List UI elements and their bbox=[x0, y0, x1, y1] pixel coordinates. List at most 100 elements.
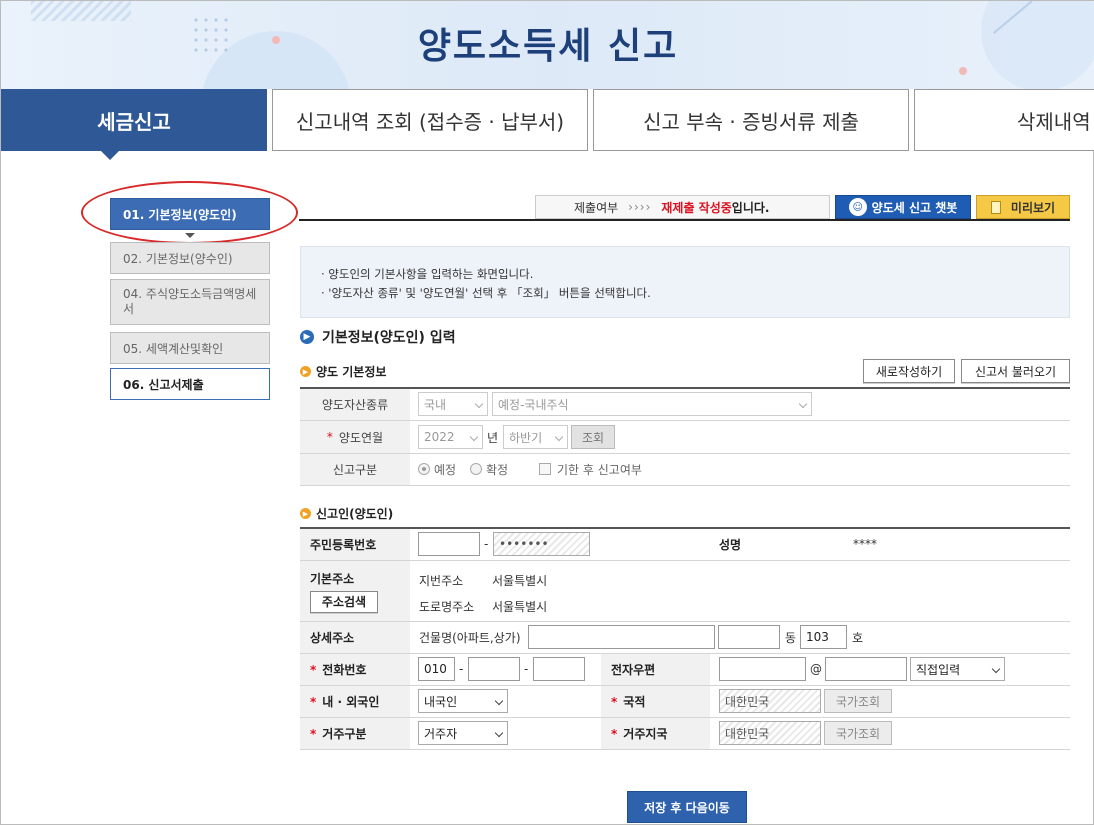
email-label: 전자우편 bbox=[601, 654, 710, 685]
row-divider bbox=[300, 420, 1070, 421]
radio-final[interactable]: 확정 bbox=[470, 457, 508, 481]
asset-domestic-select[interactable]: 국내 bbox=[418, 392, 488, 416]
sidebar-item-submit[interactable]: 06. 신고서제출 bbox=[110, 368, 270, 400]
nationality-input[interactable]: 대한민국 bbox=[719, 689, 821, 713]
lookup-button[interactable]: 조회 bbox=[571, 425, 615, 449]
radio-planned[interactable]: 예정 bbox=[418, 457, 456, 481]
rrn-back-input[interactable]: ••••••• bbox=[493, 532, 590, 556]
section-title: ▶ 기본정보(양도인) 입력 bbox=[300, 327, 456, 347]
input-value: 대한민국 bbox=[725, 726, 770, 741]
select-value: 직접입력 bbox=[916, 662, 961, 677]
required-mark: * bbox=[310, 694, 317, 709]
sidebar-item-seller-info[interactable]: 01. 기본정보(양도인) bbox=[110, 198, 270, 230]
dong-unit: 동 bbox=[785, 630, 797, 645]
status-suffix: 입니다. bbox=[731, 200, 770, 215]
lot-address-label: 지번주소 bbox=[419, 573, 464, 588]
asset-kind-select[interactable]: 예정-국내주식 bbox=[492, 392, 812, 416]
main-tabs: 세금신고 신고내역 조회 (접수증 · 납부서) 신고 부속 · 증빙서류 제출… bbox=[1, 89, 1094, 160]
new-write-button[interactable]: 새로작성하기 bbox=[863, 359, 955, 383]
residency-select[interactable]: 거주자 bbox=[418, 721, 508, 745]
dong-input[interactable] bbox=[718, 625, 780, 649]
select-value: 2022 bbox=[424, 430, 455, 444]
document-icon bbox=[990, 200, 1001, 214]
email-id-input[interactable] bbox=[719, 657, 806, 681]
building-label: 건물명(아파트,상가) bbox=[419, 630, 521, 645]
tab-attachment-submit[interactable]: 신고 부속 · 증빙서류 제출 bbox=[593, 89, 909, 151]
email-domain-select[interactable]: 직접입력 bbox=[910, 657, 1005, 681]
input-value: 103 bbox=[806, 630, 829, 644]
input-value: 010 bbox=[424, 662, 447, 676]
table-top-border bbox=[300, 387, 1070, 389]
rrn-front-input[interactable] bbox=[418, 532, 480, 556]
road-address-label: 도로명주소 bbox=[419, 599, 475, 614]
sidebar-item-label: 04. 주식양도소득금액명세서 bbox=[123, 287, 257, 316]
select-value: 하반기 bbox=[509, 430, 543, 445]
tab-label: 세금신고 bbox=[97, 109, 171, 134]
tab-deleted-history[interactable]: 삭제내역 bbox=[914, 89, 1094, 151]
label-text: 성명 bbox=[719, 537, 742, 552]
checkbox-label: 기한 후 신고여부 bbox=[557, 462, 642, 477]
phone-label: * 전화번호 bbox=[300, 654, 410, 685]
sidebar-item-buyer-info[interactable]: 02. 기본정보(양수인) bbox=[110, 242, 270, 274]
status-value: 재제출 작성중 bbox=[661, 200, 732, 215]
residence-country-input[interactable]: 대한민국 bbox=[719, 721, 821, 745]
preview-button[interactable]: 미리보기 bbox=[976, 195, 1070, 219]
bullet-icon: ▶ bbox=[300, 366, 311, 377]
label-text: 전화번호 bbox=[322, 663, 367, 677]
phone-2-input[interactable] bbox=[468, 657, 520, 681]
sidebar-item-tax-calc[interactable]: 05. 세액계산및확인 bbox=[110, 332, 270, 364]
nationality-type-label: * 내 · 외국인 bbox=[300, 686, 410, 717]
chevron-down-icon bbox=[798, 399, 808, 409]
label-text: 전자우편 bbox=[611, 663, 656, 677]
label-text: 거주지국 bbox=[623, 727, 668, 741]
tab-tax-report[interactable]: 세금신고 bbox=[1, 89, 267, 160]
input-value: 대한민국 bbox=[725, 694, 770, 709]
name-label: 성명 bbox=[710, 532, 830, 556]
required-mark: * bbox=[611, 726, 618, 741]
lot-address-value: 서울특별시 bbox=[492, 573, 548, 588]
label-text: 양도자산종류 bbox=[321, 398, 389, 412]
late-report-checkbox[interactable]: 기한 후 신고여부 bbox=[539, 457, 642, 481]
label-text: 국적 bbox=[623, 695, 646, 709]
residence-country-label: * 거주지국 bbox=[601, 718, 710, 749]
button-label: 저장 후 다음이동 bbox=[644, 800, 730, 815]
asset-type-label: 양도자산종류 bbox=[300, 389, 410, 420]
phone-dash: - bbox=[459, 662, 464, 676]
phone-1-input[interactable]: 010 bbox=[418, 657, 455, 681]
active-tab-arrow bbox=[100, 150, 120, 160]
country-lookup-button[interactable]: 국가조회 bbox=[824, 721, 892, 745]
save-next-button[interactable]: 저장 후 다음이동 bbox=[627, 791, 747, 823]
preview-label: 미리보기 bbox=[1010, 200, 1056, 215]
ho-input[interactable]: 103 bbox=[800, 625, 847, 649]
sidebar-item-label: 05. 세액계산및확인 bbox=[123, 341, 224, 356]
nationality-type-select[interactable]: 내국인 bbox=[418, 689, 508, 713]
row-divider bbox=[300, 560, 1070, 561]
checkbox-icon bbox=[539, 463, 551, 475]
phone-3-input[interactable] bbox=[533, 657, 585, 681]
address-search-button[interactable]: 주소검색 bbox=[310, 590, 378, 613]
label-text: 상세주소 bbox=[310, 631, 355, 645]
year-select[interactable]: 2022 bbox=[418, 425, 483, 449]
building-name-input[interactable] bbox=[528, 625, 715, 649]
row-divider bbox=[300, 621, 1070, 622]
required-mark: * bbox=[326, 430, 333, 444]
tab-label: 신고 부속 · 증빙서류 제출 bbox=[643, 109, 859, 134]
section-title-text: 기본정보(양도인) 입력 bbox=[322, 330, 456, 346]
sidebar-item-stock-statement[interactable]: 04. 주식양도소득금액명세서 bbox=[110, 279, 270, 325]
input-value: ••••••• bbox=[499, 537, 549, 551]
country-lookup-button[interactable]: 국가조회 bbox=[824, 689, 892, 713]
radio-label: 예정 bbox=[434, 462, 457, 477]
select-value: 내국인 bbox=[424, 694, 458, 709]
load-report-button[interactable]: 신고서 불러오기 bbox=[961, 359, 1070, 383]
nationality-label: * 국적 bbox=[601, 686, 710, 717]
transfer-info-title: ▶ 양도 기본정보 bbox=[300, 363, 386, 380]
tab-report-history[interactable]: 신고내역 조회 (접수증 · 납부서) bbox=[272, 89, 588, 151]
rrn-dash: - bbox=[484, 537, 489, 551]
required-mark: * bbox=[310, 662, 317, 677]
divider bbox=[299, 219, 1070, 221]
half-select[interactable]: 하반기 bbox=[503, 425, 568, 449]
sidebar-item-label: 01. 기본정보(양도인) bbox=[123, 207, 237, 222]
sidebar-item-label: 02. 기본정보(양수인) bbox=[123, 251, 233, 266]
chatbot-button[interactable]: ☺ 양도세 신고 챗봇 bbox=[835, 195, 971, 219]
email-domain-input[interactable] bbox=[825, 657, 907, 681]
